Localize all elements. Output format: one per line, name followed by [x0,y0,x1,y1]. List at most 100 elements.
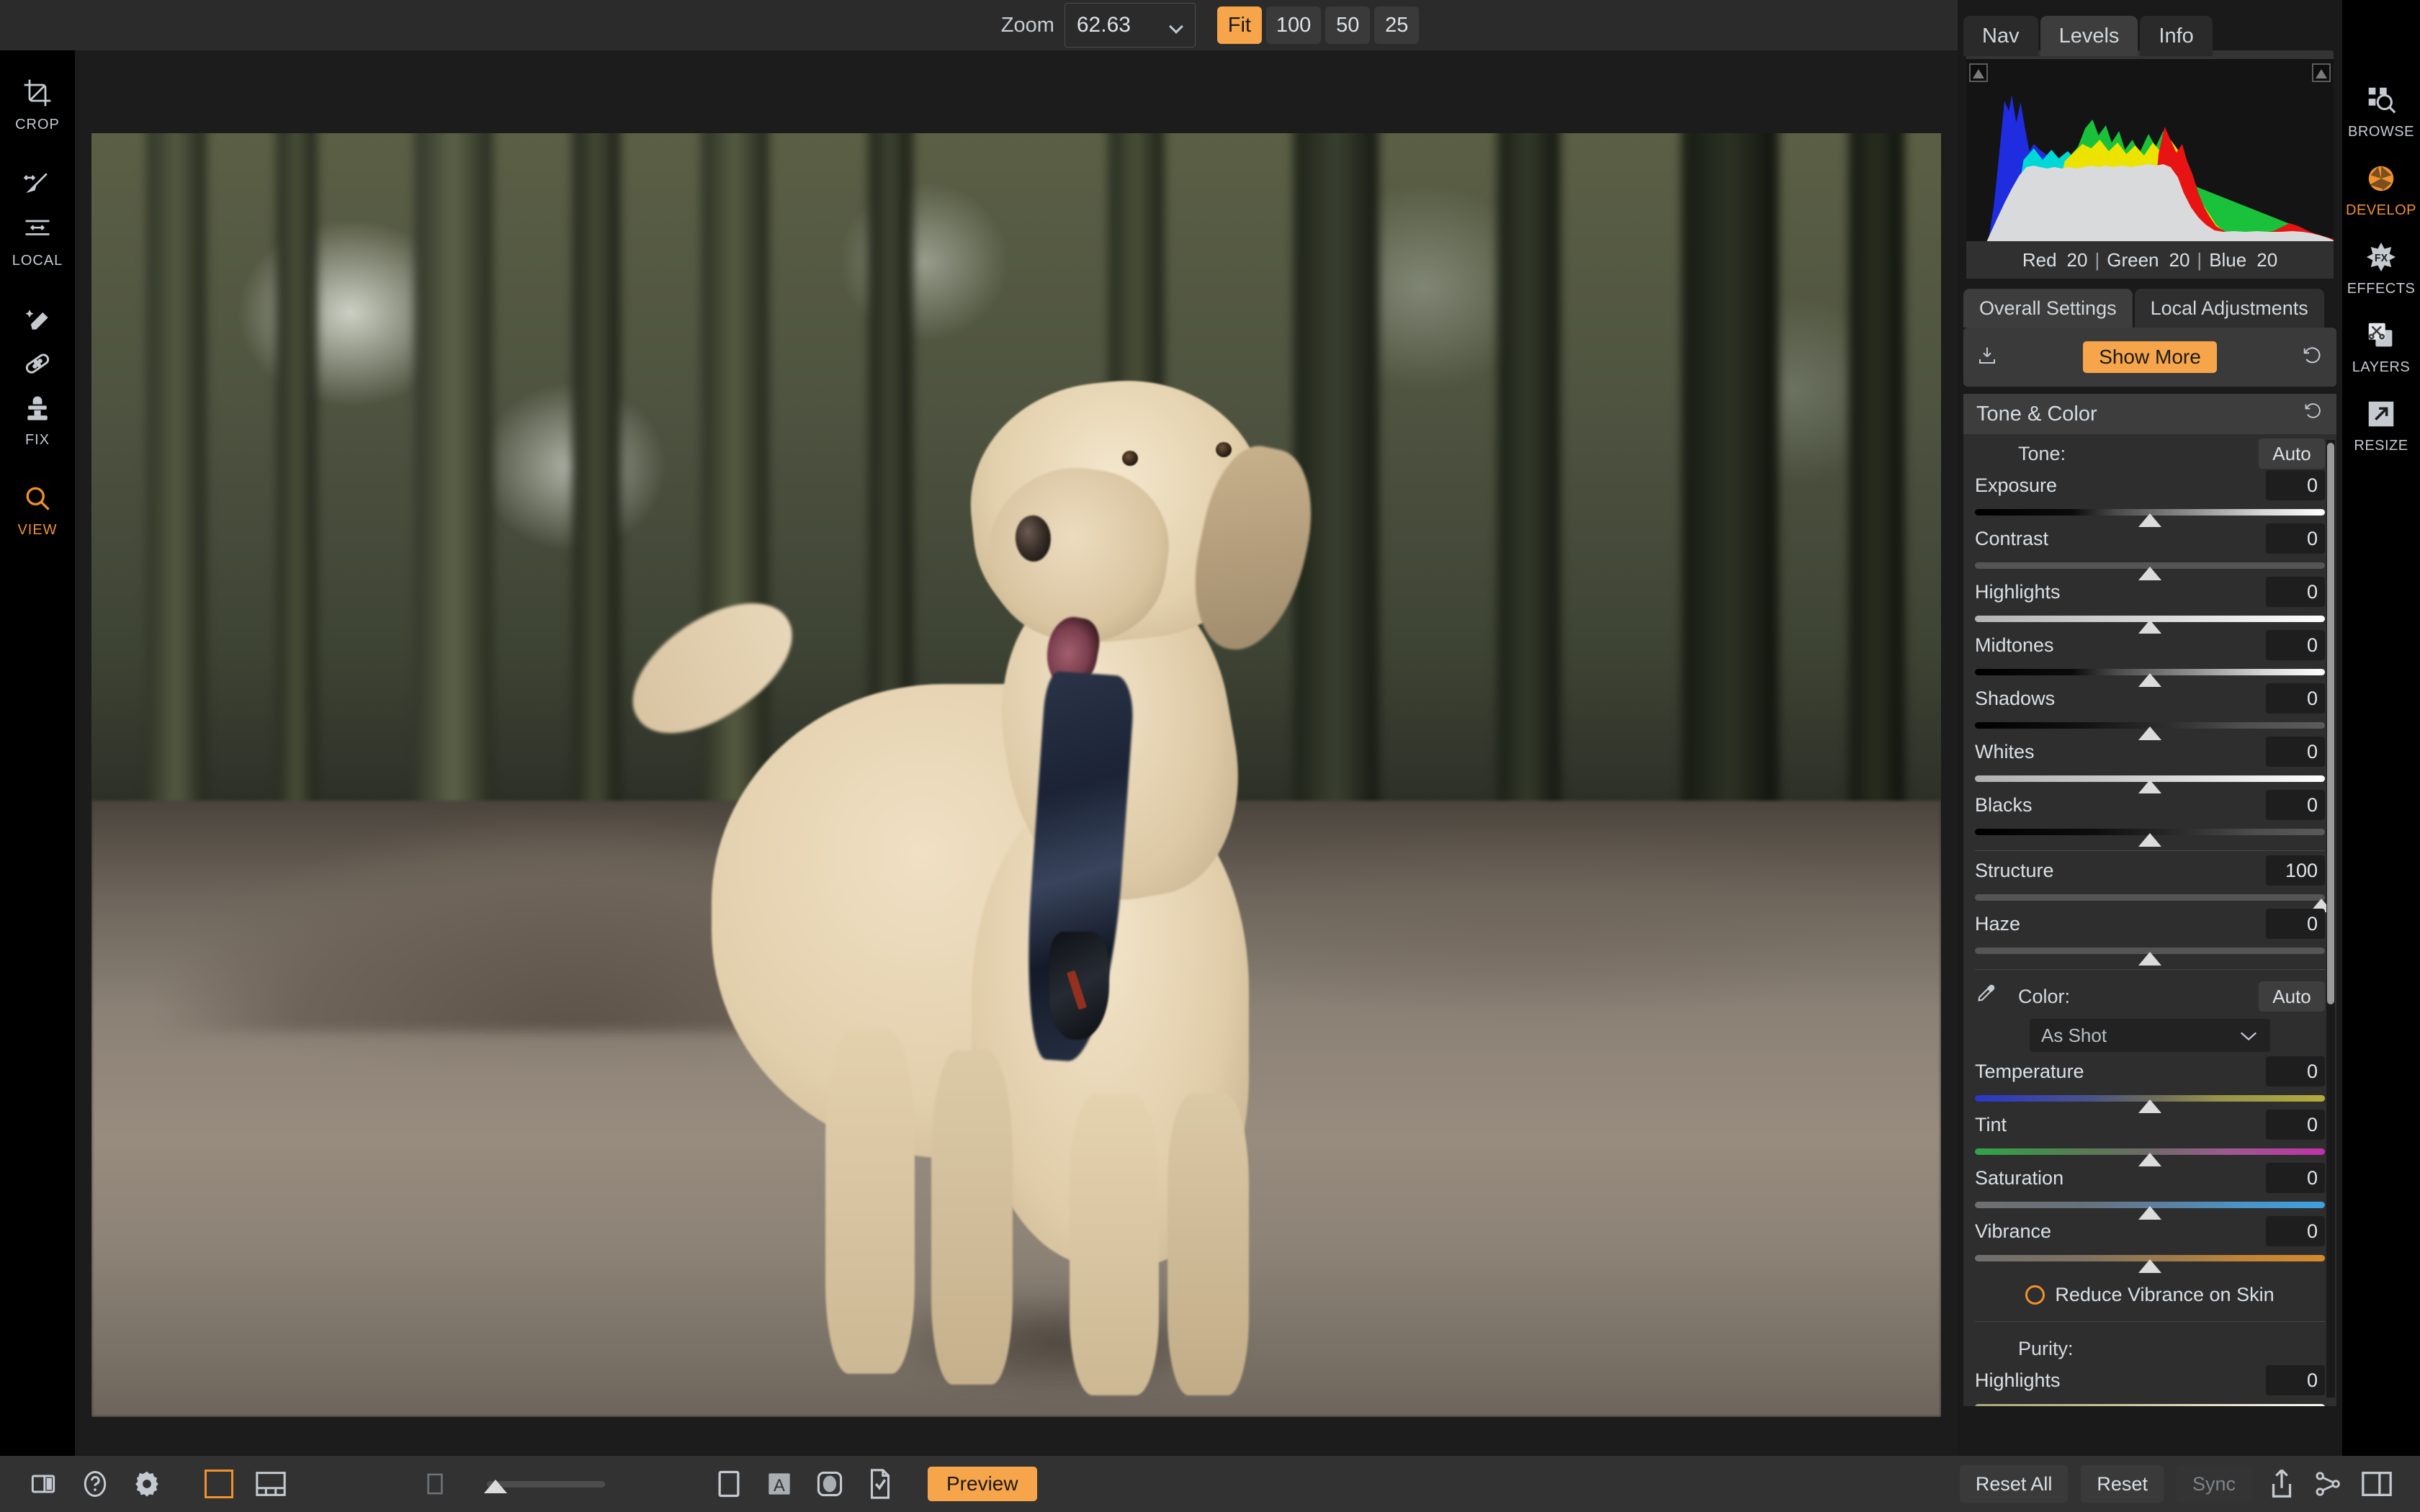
magnifier-icon[interactable] [0,476,75,521]
slider-haze[interactable]: Haze 0 [1975,912,2325,965]
crop-icon[interactable] [0,71,75,115]
slider-handle[interactable] [2138,1099,2161,1113]
checked-file-icon[interactable] [863,1467,897,1501]
slider-track[interactable] [1975,1404,2325,1406]
slider-value[interactable]: 0 [2266,683,2325,714]
zoom-preset-25[interactable]: 25 [1374,6,1419,44]
share-upload-icon[interactable] [2264,1467,2299,1501]
gradient-icon[interactable] [0,207,75,251]
tab-info[interactable]: Info [2140,16,2212,56]
thumbnail-size-slider[interactable] [468,1473,605,1495]
mode-effects[interactable]: FX EFFECTS [2342,238,2420,297]
slider-whites[interactable]: Whites 0 [1975,739,2325,793]
slider-handle[interactable] [2138,833,2161,847]
slider-temperature[interactable]: Temperature 0 [1975,1059,2325,1112]
bandage-icon[interactable] [0,341,75,386]
rect-mask-icon[interactable] [712,1467,746,1501]
show-more-button[interactable]: Show More [2083,341,2217,373]
clone-stamp-icon[interactable] [0,386,75,431]
slider-midtones[interactable]: Midtones 0 [1975,633,2325,686]
reduce-vibrance-on-skin-option[interactable]: Reduce Vibrance on Skin [1975,1272,2325,1317]
slider-handle[interactable] [2138,1259,2161,1273]
slider-exposure[interactable]: Exposure 0 [1975,473,2325,526]
section-header-tone-color[interactable]: Tone & Color [1963,394,2336,434]
toggle-right-panel-icon[interactable] [2360,1467,2394,1501]
panel-scrollbar[interactable] [2326,440,2335,1398]
slider-value[interactable]: 0 [2266,577,2325,607]
help-icon[interactable] [78,1467,112,1501]
slider-handle[interactable] [2138,567,2161,580]
zoom-preset-50[interactable]: 50 [1325,6,1370,44]
slider-handle[interactable] [2138,513,2161,527]
reset-all-button[interactable]: Reset All [1960,1465,2069,1503]
slider-blacks[interactable]: Blacks 0 [1975,793,2325,846]
eraser-icon[interactable] [0,297,75,341]
slider-track[interactable] [1975,894,2325,901]
mode-develop[interactable]: DEVELOP [2342,159,2420,219]
canvas-area[interactable] [75,50,1958,1456]
slider-handle[interactable] [2138,952,2161,966]
slider-value[interactable]: 100 [2266,855,2325,886]
tone-auto-button[interactable]: Auto [2259,438,2325,469]
chevron-down-icon[interactable] [2238,1025,2259,1047]
slider-handle[interactable] [2138,673,2161,687]
slider-value[interactable]: 0 [2266,470,2325,500]
mode-layers[interactable]: LAYERS [2342,316,2420,376]
slider-value[interactable]: 0 [2266,1056,2325,1086]
slider-contrast[interactable]: Contrast 0 [1975,526,2325,580]
reset-arrow-icon[interactable] [2303,401,2323,427]
slider-purity-highlights[interactable]: Highlights 0 [1975,1368,2325,1406]
color-auto-button[interactable]: Auto [2259,981,2325,1012]
text-overlay-icon[interactable]: A [762,1467,797,1501]
tab-levels[interactable]: Levels [2040,16,2138,56]
slider-handle[interactable] [2138,620,2161,634]
resize-arrow-icon[interactable] [2362,395,2401,433]
reset-arrow-icon[interactable] [2302,345,2323,370]
slider-handle[interactable] [2138,1206,2161,1220]
eyedropper-icon[interactable] [1975,983,1996,1008]
toggle-left-panel-icon[interactable] [26,1467,60,1501]
slider-handle[interactable] [2138,780,2161,793]
chevron-down-icon[interactable] [1170,22,1183,30]
slider-shadows[interactable]: Shadows 0 [1975,686,2325,739]
slider-value[interactable]: 0 [2266,737,2325,767]
preview-button[interactable]: Preview [928,1467,1037,1501]
slider-vibrance[interactable]: Vibrance 0 [1975,1219,2325,1272]
fx-starburst-icon[interactable]: FX [2362,238,2401,276]
zoom-preset-fit[interactable]: Fit [1217,6,1262,44]
slider-value[interactable]: 0 [2266,523,2325,554]
tool-group-crop[interactable]: CROP [0,71,75,148]
tab-local-adjustments[interactable]: Local Adjustments [2135,289,2324,328]
tab-overall-settings[interactable]: Overall Settings [1963,289,2133,328]
aperture-icon[interactable] [2362,159,2401,198]
slider-value[interactable]: 0 [2266,630,2325,660]
gear-icon[interactable] [130,1467,164,1501]
slider-value[interactable]: 0 [2266,909,2325,939]
filmstrip-view-icon[interactable] [254,1467,288,1501]
brush-icon[interactable] [0,162,75,207]
slider-saturation[interactable]: Saturation 0 [1975,1166,2325,1219]
mode-browse[interactable]: BROWSE [2342,81,2420,140]
single-view-icon[interactable] [202,1467,236,1501]
tool-group-view[interactable]: VIEW [0,476,75,553]
slider-value[interactable]: 0 [2266,790,2325,820]
import-preset-icon[interactable] [1976,345,1998,370]
scrollbar-thumb[interactable] [2327,443,2334,1004]
photo-preview[interactable] [91,133,1941,1417]
slider-structure[interactable]: Structure 100 [1975,858,2325,912]
mode-resize[interactable]: RESIZE [2342,395,2420,454]
slider-value[interactable]: 0 [2266,1216,2325,1246]
reset-button[interactable]: Reset [2081,1465,2164,1503]
tool-group-fix[interactable]: FIX [0,297,75,463]
tab-nav[interactable]: Nav [1963,16,2038,56]
slider-handle[interactable] [2138,726,2161,740]
radio-unselected-icon[interactable] [2025,1285,2045,1305]
browse-icon[interactable] [2362,81,2401,120]
slider-value[interactable]: 0 [2266,1365,2325,1395]
slider-value[interactable]: 0 [2266,1163,2325,1193]
white-balance-dropdown[interactable]: As Shot [2030,1019,2270,1052]
slider-value[interactable]: 0 [2266,1110,2325,1140]
slider-handle[interactable] [484,1480,507,1493]
node-graph-icon[interactable] [2312,1467,2347,1501]
slider-highlights[interactable]: Highlights 0 [1975,580,2325,633]
